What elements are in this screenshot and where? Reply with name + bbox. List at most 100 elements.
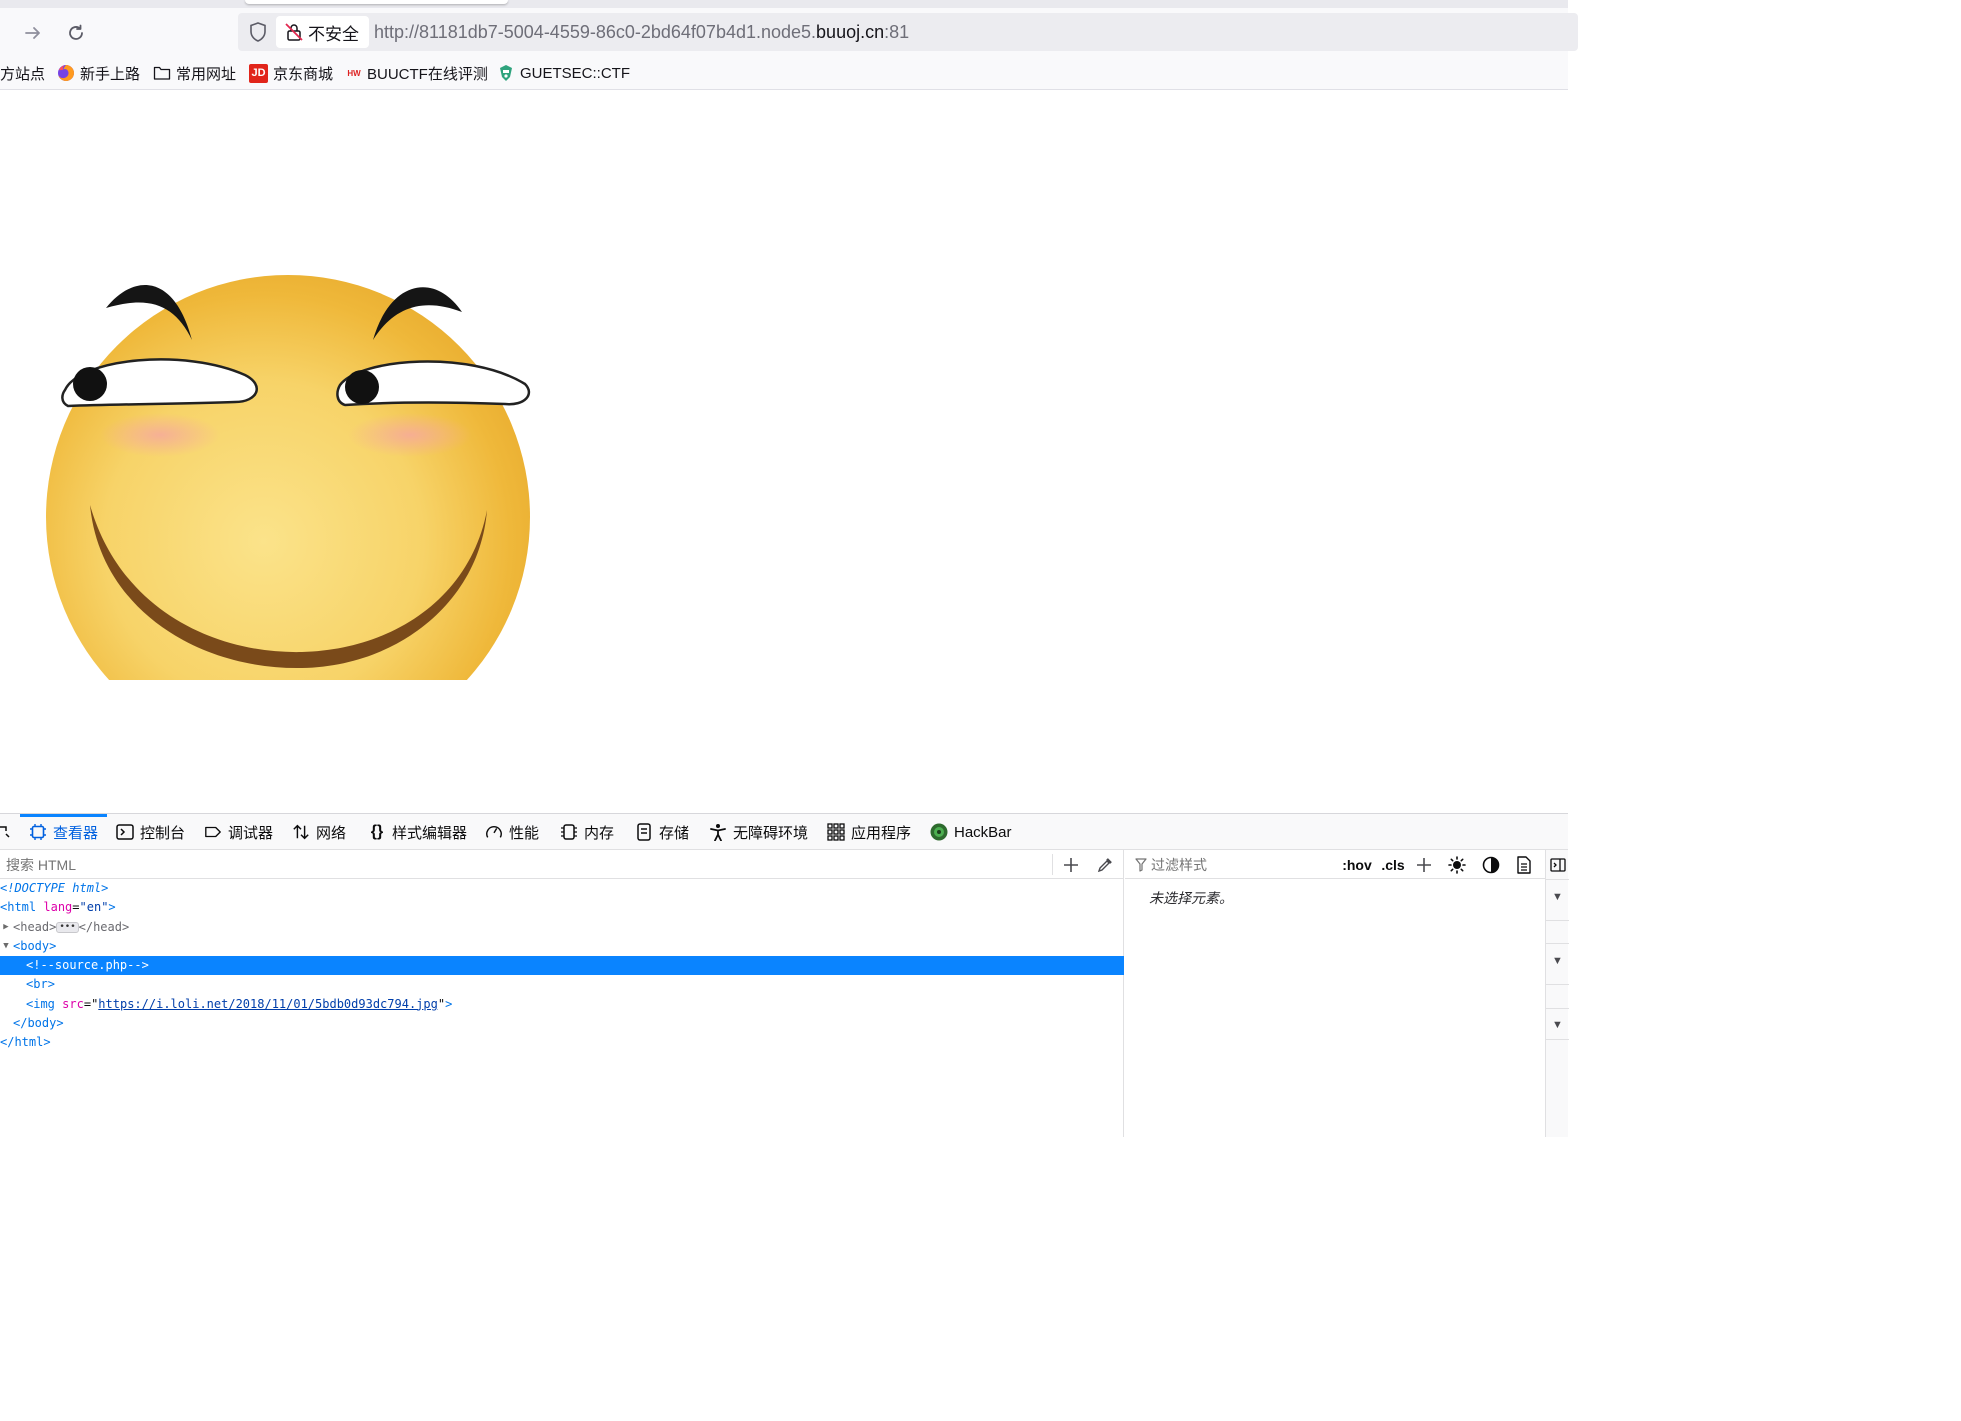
comment-text: <!--source.php--> <box>26 958 149 973</box>
head-close-tag: </head> <box>78 919 130 934</box>
tab-inspector[interactable]: 查看器 <box>20 814 108 850</box>
bookmark-guetsec[interactable]: GUETSEC::CTF <box>497 62 630 84</box>
tab-performance[interactable]: 性能 <box>485 814 539 850</box>
head-open-tag: <head> <box>13 919 57 934</box>
tab-storage[interactable]: 存储 <box>635 814 689 850</box>
styles-filter-bar: :hov .cls <box>1125 850 1545 879</box>
body-tag-name: body <box>20 938 50 953</box>
html-search-input[interactable] <box>6 854 1046 876</box>
inspector-icon <box>29 823 47 841</box>
forward-button[interactable] <box>18 18 48 48</box>
toggle-sidebar-button[interactable] <box>1546 854 1569 876</box>
sun-icon <box>1448 856 1466 874</box>
tab-debugger[interactable]: 调试器 <box>204 814 273 850</box>
sidebar-panel-icon <box>1549 858 1566 872</box>
img-src-link[interactable]: https://i.loli.net/2018/11/01/5bdb0d93dc… <box>98 997 438 1011</box>
markup-node-body[interactable]: ▼ <body> <box>0 937 1124 956</box>
tab-strip <box>0 0 1568 8</box>
inspector-rules-pane: :hov .cls 未选择元素。 <box>1125 850 1545 1137</box>
markup-node-body-close[interactable]: </body> <box>0 1014 1124 1033</box>
devtools-tabbar: 查看器 控制台 调试器 网络 {} 样式编辑器 性能 内存 存储 无障碍环境 应… <box>0 814 1568 850</box>
markup-node-doctype[interactable]: <!DOCTYPE html> <box>0 879 1124 898</box>
markup-node-img[interactable]: <img src="https://i.loli.net/2018/11/01/… <box>0 995 1124 1014</box>
section-toggle-3[interactable]: ▼ <box>1546 1014 1569 1036</box>
element-picker-icon <box>0 826 10 838</box>
sidebar-toggle-strip: ▼ ▼ ▼ <box>1545 850 1569 1137</box>
navigation-toolbar: 不安全 http://81181db7-5004-4559-86c0-2bd64… <box>0 8 1578 56</box>
face-circle <box>46 275 530 680</box>
html-attr-value: "en" <box>79 900 109 915</box>
chevron-down-icon: ▼ <box>1552 891 1563 903</box>
dark-scheme-button[interactable] <box>1480 853 1502 877</box>
print-simulation-button[interactable] <box>1513 853 1535 877</box>
tab-memory[interactable]: 内存 <box>560 814 614 850</box>
tab-label: 存储 <box>659 824 690 842</box>
right-pupil <box>345 370 379 404</box>
page-viewport <box>0 90 1568 813</box>
tab-console[interactable]: 控制台 <box>116 814 185 850</box>
tab-label: 性能 <box>509 824 540 842</box>
tab-network[interactable]: 网络 <box>292 814 346 850</box>
filter-icon <box>1135 858 1147 872</box>
bookmark-label: 常用网址 <box>176 65 237 83</box>
markup-node-html-close[interactable]: </html> <box>0 1033 1124 1052</box>
add-node-button[interactable] <box>1059 853 1083 877</box>
tab-label: 内存 <box>584 824 615 842</box>
cls-label: .cls <box>1381 857 1405 873</box>
chevron-down-icon: ▼ <box>1552 1019 1563 1031</box>
eyedropper-icon <box>1097 858 1112 873</box>
bookmark-label: 方站点 <box>0 65 46 83</box>
doctype-text: <!DOCTYPE html> <box>0 881 109 895</box>
sidebar-divider <box>1546 879 1569 880</box>
tab-style-editor[interactable]: {} 样式编辑器 <box>368 814 467 850</box>
insecure-lock-icon <box>285 23 303 41</box>
expand-triangle-icon[interactable]: ▶ <box>0 918 12 937</box>
markup-node-head[interactable]: ▶ <head> ••• </head> <box>0 918 1124 937</box>
tab-application[interactable]: 应用程序 <box>827 814 911 850</box>
firefox-icon <box>57 64 75 82</box>
styles-filter-input[interactable] <box>1151 854 1331 876</box>
markup-node-html[interactable]: <html lang="en"> <box>0 898 1124 917</box>
collapsed-ellipsis-icon[interactable]: ••• <box>56 921 79 933</box>
tab-label: HackBar <box>954 823 1012 841</box>
active-tab-edge[interactable] <box>245 0 508 4</box>
bookmark-label: 京东商城 <box>273 65 334 83</box>
bookmark-site[interactable]: 方站点 <box>0 62 45 84</box>
tracking-protection-shield-icon[interactable] <box>247 21 269 43</box>
markup-node-br[interactable]: <br> <box>0 975 1124 994</box>
url-port: :81 <box>884 22 910 42</box>
bookmark-getting-started[interactable]: 新手上路 <box>57 62 140 84</box>
url-bar[interactable]: 不安全 http://81181db7-5004-4559-86c0-2bd64… <box>238 13 1578 51</box>
pseudo-class-toggle-button[interactable]: :hov <box>1341 853 1373 877</box>
markup-node-comment-selected[interactable]: <!--source.php--> <box>0 956 1124 976</box>
insecure-label: 不安全 <box>308 24 359 44</box>
tab-label: 查看器 <box>53 824 99 842</box>
class-toggle-button[interactable]: .cls <box>1379 853 1407 877</box>
connection-security-indicator[interactable]: 不安全 <box>276 16 369 48</box>
accessibility-icon <box>709 823 727 841</box>
network-icon <box>292 823 310 841</box>
console-icon <box>116 823 134 841</box>
bookmark-buuctf[interactable]: HW BUUCTF在线评测 <box>346 62 488 84</box>
tab-accessibility[interactable]: 无障碍环境 <box>709 814 808 850</box>
light-scheme-button[interactable] <box>1446 853 1468 877</box>
element-picker-button[interactable] <box>0 814 10 850</box>
jd-icon: JD <box>249 63 268 83</box>
style-editor-icon: {} <box>370 823 384 840</box>
bookmark-jd[interactable]: JD 京东商城 <box>249 62 333 84</box>
sidebar-divider <box>1546 943 1569 944</box>
bookmark-folder-common[interactable]: 常用网址 <box>153 62 236 84</box>
document-icon <box>1517 856 1531 874</box>
add-rule-button[interactable] <box>1413 853 1435 877</box>
tab-label: 网络 <box>316 824 347 842</box>
tab-hackbar[interactable]: HackBar <box>930 814 1012 850</box>
eyedropper-button[interactable] <box>1093 853 1117 877</box>
plus-icon <box>1417 858 1431 872</box>
collapse-triangle-icon[interactable]: ▼ <box>0 937 12 956</box>
sidebar-divider <box>1546 1039 1569 1040</box>
section-toggle-2[interactable]: ▼ <box>1546 950 1569 972</box>
url-text[interactable]: http://81181db7-5004-4559-86c0-2bd64f07b… <box>374 13 909 51</box>
reload-button[interactable] <box>61 18 91 48</box>
section-toggle-1[interactable]: ▼ <box>1546 886 1569 908</box>
sidebar-divider <box>1546 984 1569 985</box>
